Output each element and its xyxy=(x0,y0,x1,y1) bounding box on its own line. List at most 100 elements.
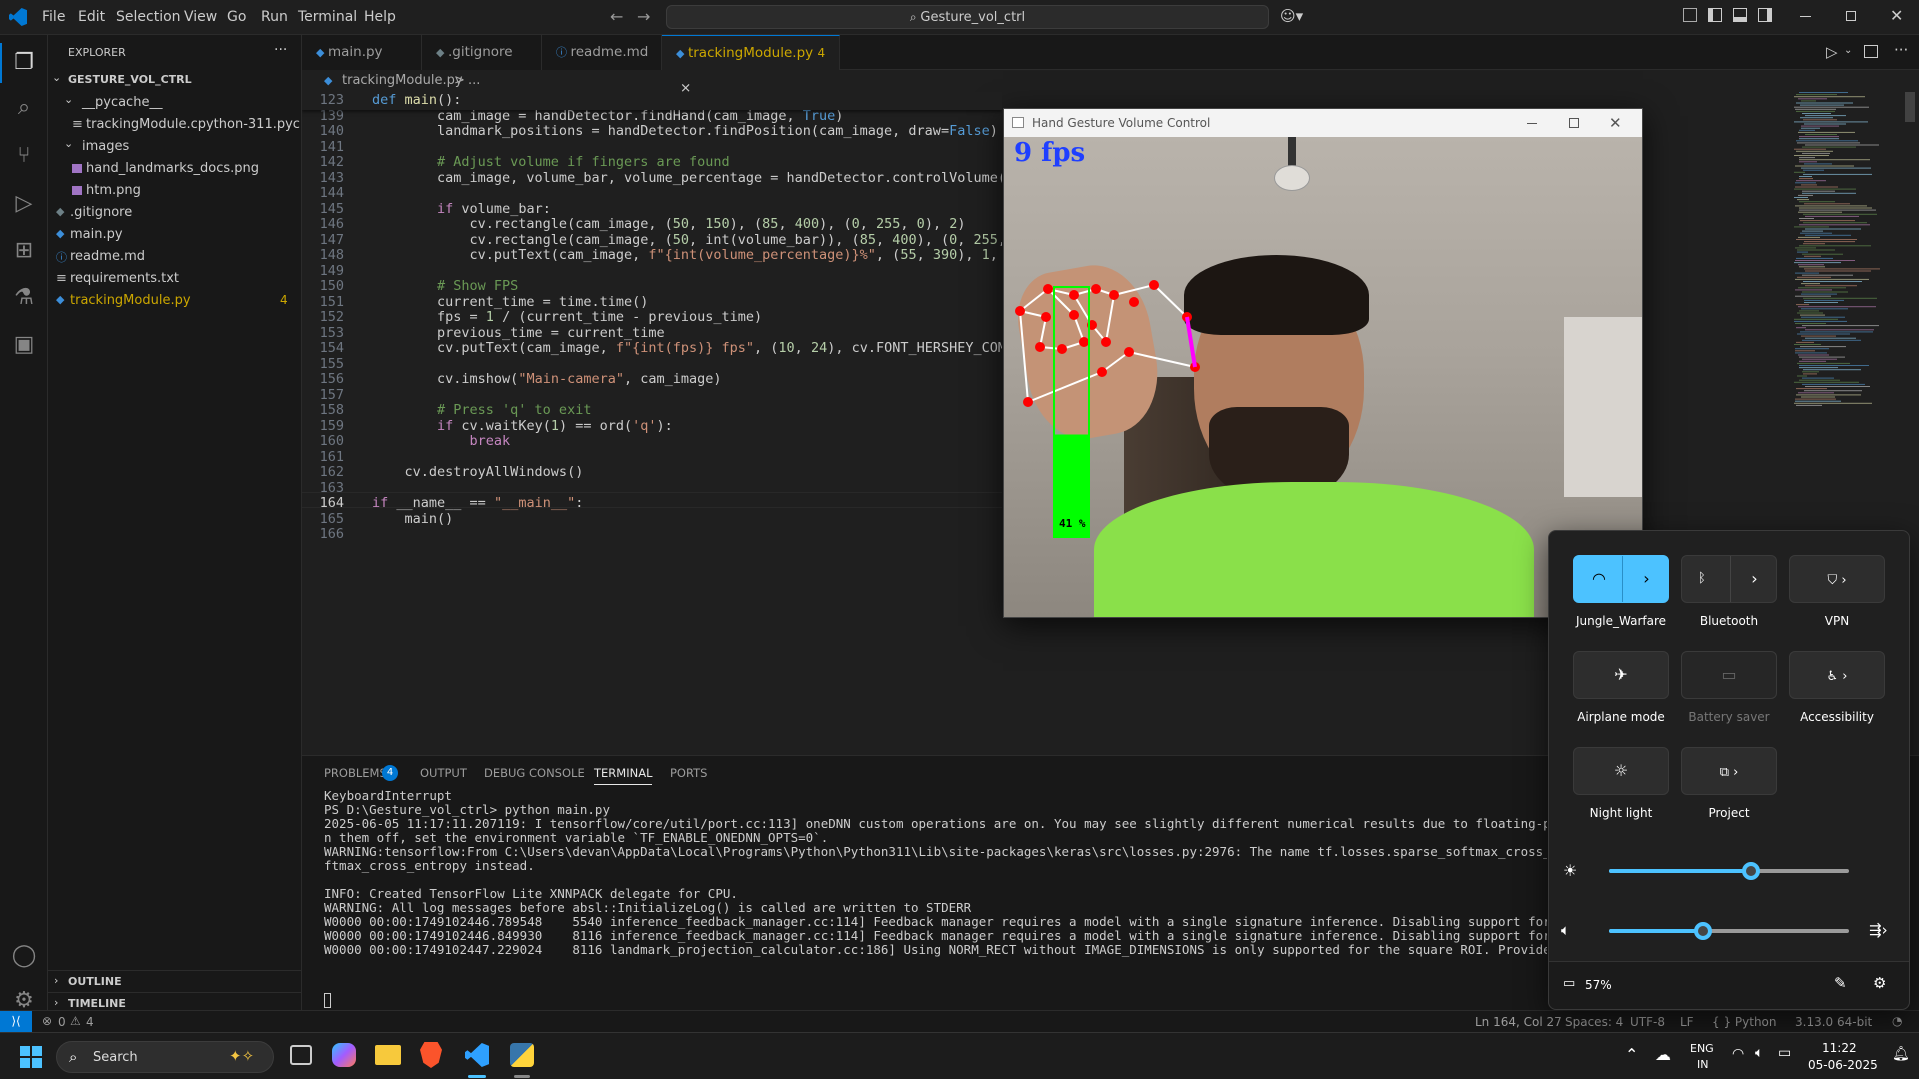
accounts-icon[interactable]: ◯ xyxy=(8,940,40,972)
tab-readme[interactable]: ⓘ readme.md xyxy=(542,35,662,70)
minimize-icon[interactable] xyxy=(1527,123,1537,124)
camera-window[interactable]: Hand Gesture Volume Control ✕ 41 % 9 fps xyxy=(1003,108,1643,618)
warning-icon[interactable]: ⚠ xyxy=(70,1014,81,1028)
python-app-icon[interactable] xyxy=(510,1043,534,1067)
run-dropdown-icon[interactable]: ⌄ xyxy=(1844,45,1852,56)
testing-icon[interactable]: ⚗ xyxy=(8,282,40,314)
error-icon[interactable]: ⊗ xyxy=(42,1014,52,1028)
minimap[interactable] xyxy=(1790,92,1900,422)
tab-terminal[interactable]: TERMINAL xyxy=(594,766,653,785)
source-control-icon[interactable]: ⑂ xyxy=(8,140,40,172)
code-editor[interactable]: 123 def main(): 138 # Find hand and hand… xyxy=(302,92,1002,752)
edit-pencil-icon[interactable]: ✎ xyxy=(1834,974,1847,992)
minimize-icon[interactable] xyxy=(1800,16,1811,17)
more-actions-icon[interactable]: ··· xyxy=(1894,41,1908,59)
error-count[interactable]: 0 xyxy=(58,1015,66,1029)
explorer-icon[interactable]: ❐ xyxy=(8,47,40,79)
windows-start-icon[interactable] xyxy=(20,1046,42,1068)
toggle-sidebar-icon[interactable] xyxy=(1708,8,1722,22)
tab-debug-console[interactable]: DEBUG CONSOLE xyxy=(484,766,585,780)
vpn-toggle[interactable]: ⛉ › xyxy=(1789,555,1885,603)
tree-item-tracking-module[interactable]: ◆ trackingModule.py 4 xyxy=(56,291,302,313)
interpreter[interactable]: 3.13.0 64-bit xyxy=(1795,1015,1872,1029)
show-hidden-icons-chevron[interactable]: ⌃ xyxy=(1625,1045,1638,1064)
indentation[interactable]: Spaces: 4 xyxy=(1565,1015,1623,1029)
vscode-taskbar-icon[interactable] xyxy=(465,1043,489,1067)
tree-item-gitignore[interactable]: ◆ .gitignore xyxy=(56,203,302,225)
extensions-icon[interactable]: ⊞ xyxy=(8,235,40,267)
remote-indicator[interactable]: ⟩⟨ xyxy=(0,1011,32,1032)
tree-item-htm-png[interactable]: htm.png xyxy=(72,181,302,203)
onedrive-cloud-icon[interactable]: ☁ xyxy=(1655,1045,1671,1064)
clock-time[interactable]: 11:22 xyxy=(1822,1041,1857,1055)
chevron-down-icon[interactable]: ⌄ xyxy=(52,71,61,84)
warning-count[interactable]: 4 xyxy=(86,1015,94,1029)
copilot-app-icon[interactable] xyxy=(332,1043,356,1067)
audio-output-icon[interactable]: ⇶› xyxy=(1869,921,1888,939)
tree-item-pycache[interactable]: ⌄ __pycache__ xyxy=(64,93,302,115)
battery-percent[interactable]: 57% xyxy=(1585,978,1612,992)
brightness-slider[interactable] xyxy=(1609,862,1849,880)
encoding[interactable]: UTF-8 xyxy=(1630,1015,1665,1029)
workspace-root[interactable]: GESTURE_VOL_CTRL xyxy=(68,73,192,86)
language-indicator-top[interactable]: ENG xyxy=(1690,1042,1714,1055)
tab-gitignore[interactable]: ◆ .gitignore xyxy=(422,35,542,70)
tree-item-readme[interactable]: ⓘ readme.md xyxy=(56,247,302,269)
sticky-scroll[interactable]: 123 def main(): xyxy=(302,92,1002,110)
tab-main-py[interactable]: ◆ main.py xyxy=(302,35,422,70)
tab-tracking-module[interactable]: ◆ trackingModule.py 4 × xyxy=(662,35,840,96)
language-mode[interactable]: { } Python xyxy=(1712,1015,1777,1029)
menu-file[interactable]: File xyxy=(42,9,65,25)
explorer-more-button[interactable]: ··· xyxy=(274,42,287,58)
tab-ports[interactable]: PORTS xyxy=(670,766,707,780)
menu-go[interactable]: Go xyxy=(227,9,246,25)
breadcrumb-symbol[interactable]: ... xyxy=(468,70,480,92)
clock-date[interactable]: 05-06-2025 xyxy=(1808,1058,1878,1072)
toggle-panel-icon[interactable] xyxy=(1733,8,1747,22)
menu-selection[interactable]: Selection xyxy=(116,9,181,25)
maximize-icon[interactable] xyxy=(1569,118,1579,128)
run-debug-icon[interactable]: ▷ xyxy=(8,188,40,220)
wifi-tray-icon[interactable]: ◠ xyxy=(1732,1046,1744,1062)
menu-terminal[interactable]: Terminal xyxy=(298,9,357,25)
bluetooth-toggle[interactable]: ᛒ › xyxy=(1681,555,1777,603)
file-explorer-icon[interactable] xyxy=(375,1045,401,1065)
tree-item-images[interactable]: ⌄ images xyxy=(64,137,302,159)
tree-item-main-py[interactable]: ◆ main.py xyxy=(56,225,302,247)
back-arrow-icon[interactable]: ← xyxy=(610,7,623,26)
tree-item-requirements[interactable]: ≡ requirements.txt xyxy=(56,269,302,291)
copilot-icon[interactable]: ☺▾ xyxy=(1280,7,1303,25)
menu-help[interactable]: Help xyxy=(364,9,396,25)
line-ending[interactable]: LF xyxy=(1680,1015,1694,1029)
split-editor-icon[interactable] xyxy=(1864,45,1878,58)
language-indicator-bottom[interactable]: IN xyxy=(1697,1058,1708,1071)
remote-explorer-icon[interactable]: ▣ xyxy=(8,329,40,361)
accessibility-toggle[interactable]: ♿ › xyxy=(1789,651,1885,699)
cursor-position[interactable]: Ln 164, Col 27 xyxy=(1475,1015,1562,1029)
settings-gear-icon[interactable]: ⚙ xyxy=(1873,974,1886,992)
wifi-toggle[interactable]: ◠ › xyxy=(1573,555,1669,603)
tab-output[interactable]: OUTPUT xyxy=(420,766,467,780)
customize-layout-icon[interactable] xyxy=(1683,8,1697,22)
wifi-expand-chevron[interactable]: › xyxy=(1622,556,1670,602)
battery-saver-toggle[interactable]: ▭ xyxy=(1681,651,1777,699)
taskbar-search-box[interactable]: ⌕ Search ✦✧ xyxy=(56,1041,274,1073)
tree-item-pyc[interactable]: ≡ trackingModule.cpython-311.pyc xyxy=(72,115,302,137)
camera-window-titlebar[interactable]: Hand Gesture Volume Control ✕ xyxy=(1004,109,1642,137)
terminal-output[interactable]: KeyboardInterrupt PS D:\Gesture_vol_ctrl>… xyxy=(302,788,1547,1008)
battery-icon[interactable]: ▭ xyxy=(1563,976,1575,991)
night-light-toggle[interactable]: ☼ xyxy=(1573,747,1669,795)
close-window-icon[interactable]: ✕ xyxy=(1890,6,1903,25)
volume-thumb[interactable] xyxy=(1693,922,1712,940)
restore-icon[interactable] xyxy=(1846,11,1856,21)
outline-section[interactable]: › OUTLINE xyxy=(48,970,302,992)
notifications-icon[interactable]: ◔ xyxy=(1892,1014,1902,1028)
airplane-mode-toggle[interactable]: ✈ xyxy=(1573,651,1669,699)
brave-browser-icon[interactable] xyxy=(420,1042,442,1068)
project-toggle[interactable]: ⧉ › xyxy=(1681,747,1777,795)
forward-arrow-icon[interactable]: → xyxy=(637,7,650,26)
command-center-search[interactable]: ⌕ Gesture_vol_ctrl xyxy=(666,5,1269,29)
volume-icon[interactable]: 🔈︎ xyxy=(1561,921,1570,939)
breadcrumb-file[interactable]: trackingModule.py xyxy=(342,70,463,92)
menu-view[interactable]: View xyxy=(184,9,217,25)
